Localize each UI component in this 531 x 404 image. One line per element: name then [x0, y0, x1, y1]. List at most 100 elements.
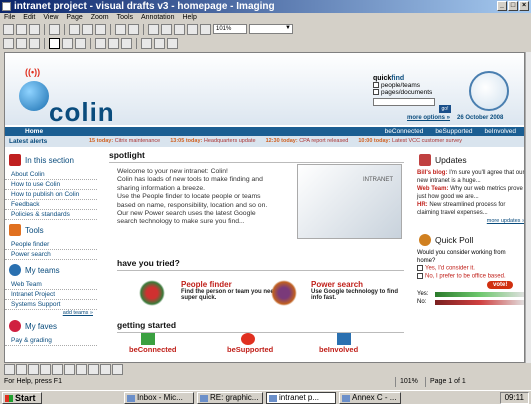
update-item[interactable]: HR: New streamlined process for claiming…: [417, 202, 524, 217]
maximize-button[interactable]: □: [508, 1, 518, 11]
nav-beinvolved[interactable]: beInvolved: [485, 127, 516, 136]
sidebar-item-pay-grading[interactable]: Pay & grading: [5, 336, 97, 346]
sidebar-item-how-to-use[interactable]: How to use Colin: [5, 180, 97, 190]
poll-no-checkbox[interactable]: [417, 273, 423, 280]
task-intranet[interactable]: intranet p...: [266, 391, 336, 404]
thumbnail-icon[interactable]: [108, 38, 119, 49]
pages-documents-checkbox[interactable]: [373, 89, 379, 96]
menu-file[interactable]: File: [4, 13, 15, 22]
poll-yes-checkbox[interactable]: [417, 265, 423, 271]
fit-width-icon[interactable]: [174, 23, 185, 35]
redo-icon[interactable]: [128, 23, 139, 35]
menu-annotation[interactable]: Annotation: [141, 13, 174, 22]
task-inbox[interactable]: Inbox - Mic...: [124, 391, 194, 404]
more-options-link[interactable]: more options »: [407, 115, 450, 121]
pages-documents-label: pages/documents: [381, 89, 433, 96]
menu-zoom[interactable]: Zoom: [91, 13, 109, 22]
select-icon[interactable]: [62, 38, 73, 49]
zoom-dropdown[interactable]: [249, 24, 293, 34]
getstart-beinvolved[interactable]: beInvolved: [319, 345, 358, 354]
clock-icon: [469, 71, 509, 111]
sidebar-item-people-finder[interactable]: People finder: [5, 240, 97, 250]
vote-button[interactable]: vote!: [487, 281, 514, 290]
try-people-finder[interactable]: People finder Find the person or team yo…: [181, 280, 281, 301]
task-re-graphic[interactable]: RE: graphic...: [197, 391, 263, 404]
rotate-left-icon[interactable]: [3, 38, 14, 49]
nav-beconnected[interactable]: beConnected: [385, 127, 424, 136]
update-item[interactable]: Web Team: Why our web metrics prove just…: [417, 186, 524, 201]
print-icon[interactable]: [49, 23, 60, 35]
rectangle-icon[interactable]: [52, 364, 63, 375]
alert-item[interactable]: 10:00 today: Latest VCC customer survey: [358, 136, 462, 147]
alert-item[interactable]: 13:05 today: Headquarters update: [170, 136, 255, 147]
sidebar-item-web-team[interactable]: Web Team: [5, 280, 97, 290]
menu-page[interactable]: Page: [66, 13, 82, 22]
zoom-out-icon[interactable]: [161, 23, 172, 35]
task-annex[interactable]: Annex C - ...: [339, 391, 401, 404]
best-fit-icon[interactable]: [187, 23, 198, 35]
section-icon: [9, 154, 21, 166]
sidebar-item-policies[interactable]: Policies & standards: [5, 210, 97, 220]
vertical-scrollbar[interactable]: [525, 52, 531, 363]
update-item[interactable]: Bill's blog: I'm sure you'll agree that …: [417, 170, 524, 185]
menu-tools[interactable]: Tools: [117, 13, 133, 22]
page-icon[interactable]: [121, 38, 132, 49]
quickfind-box: quickfind people/teams pages/documents g…: [373, 75, 461, 121]
sidebar-item-systems-support[interactable]: Systems Support: [5, 300, 97, 310]
menu-help[interactable]: Help: [182, 13, 196, 22]
actual-size-icon[interactable]: [200, 23, 211, 35]
alert-item[interactable]: 15 today: Citrix maintenance: [89, 136, 160, 147]
rotate-right-icon[interactable]: [16, 38, 27, 49]
copy-icon[interactable]: [82, 23, 93, 35]
stamp-icon[interactable]: [100, 364, 111, 375]
save-icon[interactable]: [29, 23, 40, 35]
poll-no-label: No, I prefer to be office based.: [425, 273, 506, 280]
minimize-button[interactable]: _: [497, 1, 507, 11]
getstart-beconnected[interactable]: beConnected: [129, 345, 177, 354]
undo-icon[interactable]: [115, 23, 126, 35]
pointer-icon[interactable]: [4, 364, 15, 375]
paste-icon[interactable]: [95, 23, 106, 35]
try-power-search[interactable]: Power search Use Google technology to fi…: [311, 280, 403, 301]
new-icon[interactable]: [3, 23, 14, 35]
note-icon[interactable]: [88, 364, 99, 375]
freehand-icon[interactable]: [16, 364, 27, 375]
getstart-besupported[interactable]: beSupported: [227, 345, 273, 354]
annotation-toolbar-icon[interactable]: [95, 38, 106, 49]
menu-view[interactable]: View: [43, 13, 58, 22]
nav-besupported[interactable]: beSupported: [435, 127, 472, 136]
zoom-in-icon[interactable]: [148, 23, 159, 35]
page-thumbnails-icon[interactable]: [167, 38, 178, 49]
nav-home[interactable]: Home: [25, 127, 43, 136]
people-teams-checkbox[interactable]: [373, 82, 379, 89]
thumbnails-view-icon[interactable]: [154, 38, 165, 49]
site-logo[interactable]: colin: [49, 97, 115, 128]
zoom-input[interactable]: 101%: [213, 24, 247, 34]
open-icon[interactable]: [16, 23, 27, 35]
close-button[interactable]: ×: [519, 1, 529, 11]
line-icon[interactable]: [40, 364, 51, 375]
annotation-select-icon[interactable]: [75, 38, 86, 49]
start-button[interactable]: Start: [2, 391, 42, 404]
document-view[interactable]: ((•)) colin quickfind people/teams pages…: [4, 52, 525, 363]
menu-edit[interactable]: Edit: [23, 13, 35, 22]
cut-icon[interactable]: [69, 23, 80, 35]
sidebar-item-power-search[interactable]: Power search: [5, 250, 97, 260]
quickfind-input[interactable]: [373, 98, 435, 106]
sidebar-item-how-to-publish[interactable]: How to publish on Colin: [5, 190, 97, 200]
rubber-stamp-icon[interactable]: [112, 364, 123, 375]
quickfind-go-button[interactable]: go!: [439, 105, 451, 113]
sidebar-item-about[interactable]: About Colin: [5, 170, 97, 180]
more-updates-link[interactable]: more updates »: [417, 218, 524, 224]
one-page-icon[interactable]: [141, 38, 152, 49]
scan-icon[interactable]: [29, 38, 40, 49]
filled-rectangle-icon[interactable]: [64, 364, 75, 375]
drag-icon[interactable]: [49, 38, 60, 49]
current-date: 26 October 2008: [457, 115, 504, 121]
main-nav: Home beConnected beSupported beInvolved: [5, 127, 524, 136]
alert-item[interactable]: 12:30 today: CPA report released: [266, 136, 349, 147]
sidebar-item-feedback[interactable]: Feedback: [5, 200, 97, 210]
text-icon[interactable]: [76, 364, 87, 375]
highlighter-icon[interactable]: [28, 364, 39, 375]
sidebar-item-intranet-project[interactable]: Intranet Project: [5, 290, 97, 300]
